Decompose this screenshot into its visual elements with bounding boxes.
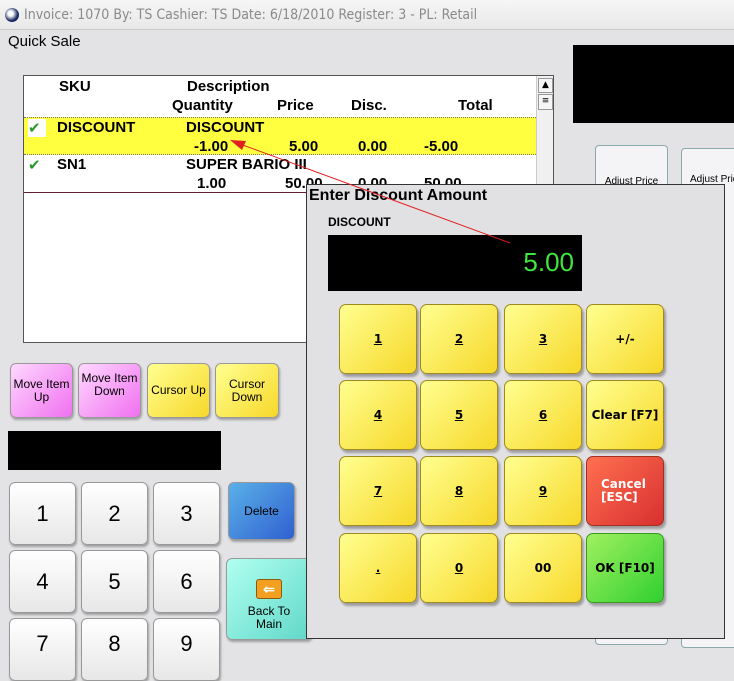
row-description: DISCOUNT [186,119,265,136]
dialog-key-label: 1 [373,331,383,346]
row-sku: SN1 [57,156,87,173]
key-3[interactable]: 3 [153,482,220,545]
key-5[interactable]: 5 [81,550,148,613]
dialog-key-00[interactable]: 00 [504,533,582,603]
screen-title: Quick Sale [8,33,81,50]
dialog-key-label: 2 [454,331,464,346]
row-price: 5.00 [289,138,319,155]
dialog-key-clear[interactable]: Clear [F7] [586,380,664,450]
dialog-key-decimal[interactable]: . [339,533,417,603]
row-disc: 0.00 [358,138,388,155]
dialog-key-label: 00 [534,560,552,575]
total-display [573,45,734,123]
discount-label: DISCOUNT [328,215,391,229]
app-icon [5,8,19,22]
dialog-key-7[interactable]: 7 [339,456,417,526]
dialog-key-label: OK [F10] [595,560,655,575]
back-to-main-label: Back To Main [247,604,291,631]
dialog-key-label: 4 [373,407,383,422]
entry-display [8,431,221,470]
header-description: Description [187,78,270,95]
row-total: -5.00 [424,138,459,155]
title-bar: Invoice: 1070 By: TS Cashier: TS Date: 6… [0,0,734,30]
dialog-key-label: 8 [454,483,464,498]
back-to-main-button[interactable]: ⇐ Back To Main [226,558,312,640]
move-item-down-button[interactable]: Move Item Down [78,363,141,418]
header-sku: SKU [59,78,91,95]
dialog-key-label: 5 [454,407,464,422]
check-icon: ✔ [28,119,46,137]
key-6[interactable]: 6 [153,550,220,613]
header-price: Price [277,97,314,114]
move-item-up-button[interactable]: Move Item Up [10,363,73,418]
dialog-key-plus-minus[interactable]: +/- [586,304,664,374]
key-1[interactable]: 1 [9,482,76,545]
dialog-key-label: Clear [F7] [591,407,659,422]
dialog-key-6[interactable]: 6 [504,380,582,450]
key-2[interactable]: 2 [81,482,148,545]
discount-amount-display[interactable]: 5.00 [328,235,582,291]
row-quantity: 1.00 [197,175,227,192]
row-quantity: -1.00 [194,138,229,155]
row-description: SUPER BARIO III [186,156,307,173]
dialog-key-8[interactable]: 8 [420,456,498,526]
dialog-key-4[interactable]: 4 [339,380,417,450]
dialog-key-label: Cancel [ESC] [601,477,646,504]
check-icon: ✔ [28,156,41,174]
header-disc: Disc. [351,97,387,114]
dialog-key-3[interactable]: 3 [504,304,582,374]
dialog-key-2[interactable]: 2 [420,304,498,374]
dialog-title: Enter Discount Amount [309,187,488,204]
dialog-key-label: 3 [538,331,548,346]
cursor-down-button[interactable]: Cursor Down [215,363,279,418]
header-quantity: Quantity [172,97,233,114]
dialog-key-label: +/- [615,331,635,346]
dialog-key-0[interactable]: 0 [420,533,498,603]
dialog-key-label: 9 [538,483,548,498]
key-4[interactable]: 4 [9,550,76,613]
table-row[interactable]: ✔ DISCOUNT DISCOUNT -1.00 5.00 0.00 -5.0… [24,117,536,155]
dialog-key-cancel[interactable]: Cancel [ESC] [586,456,664,526]
cursor-up-button[interactable]: Cursor Up [147,363,210,418]
dialog-key-label: . [375,560,381,575]
delete-button[interactable]: Delete [228,482,295,540]
dialog-key-1[interactable]: 1 [339,304,417,374]
back-arrow-sign-icon: ⇐ [256,579,282,599]
header-total: Total [458,97,493,114]
dialog-key-label: 6 [538,407,548,422]
discount-dialog: Enter Discount Amount DISCOUNT 5.00 1 2 3 +… [306,184,725,639]
dialog-key-ok[interactable]: OK [F10] [586,533,664,603]
dialog-key-label: 7 [373,483,383,498]
row-sku: DISCOUNT [57,119,136,136]
dialog-key-label: 0 [454,560,464,575]
key-7[interactable]: 7 [9,618,76,681]
dialog-key-5[interactable]: 5 [420,380,498,450]
dialog-key-9[interactable]: 9 [504,456,582,526]
key-8[interactable]: 8 [81,618,148,681]
key-9[interactable]: 9 [153,618,220,681]
scroll-up-icon[interactable]: ▲ [538,78,553,93]
scroll-thumb[interactable]: ≡ [538,94,553,110]
